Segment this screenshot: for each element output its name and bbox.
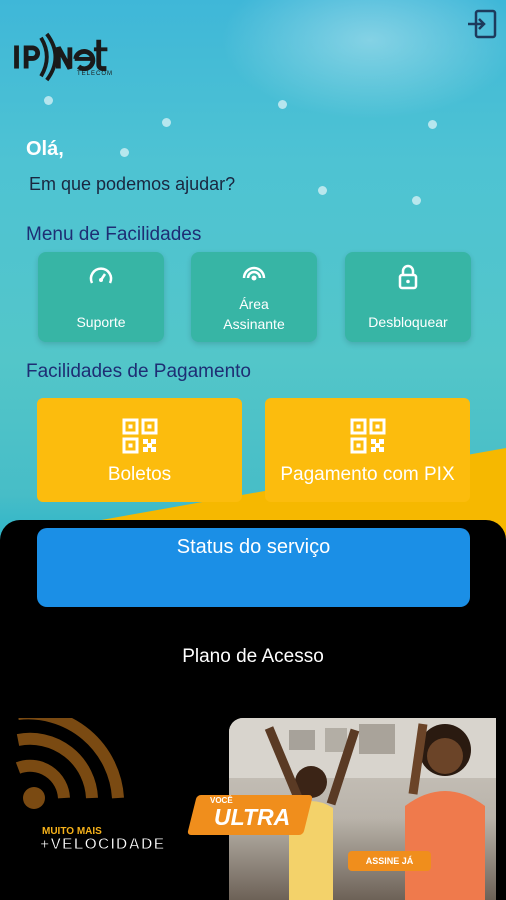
qr-code-icon — [350, 418, 385, 454]
decor-dot — [162, 118, 171, 127]
suporte-button[interactable]: Suporte — [38, 252, 164, 342]
pix-label: Pagamento com PIX — [280, 464, 455, 485]
unlock-icon — [398, 264, 418, 290]
suporte-label: Suporte — [76, 314, 126, 330]
area-assinante-button[interactable]: Área Assinante — [191, 252, 317, 342]
speedometer-icon — [89, 267, 113, 284]
plano-title: Plano de Acesso — [182, 646, 324, 667]
pix-button[interactable]: Pagamento com PIX — [265, 398, 470, 502]
facilities-title: Menu de Facilidades — [26, 224, 202, 245]
status-label: Status do serviço — [176, 536, 331, 558]
boletos-label: Boletos — [107, 464, 172, 485]
greeting: Olá, — [26, 138, 64, 160]
help-text: Em que podemos ajudar? — [29, 174, 236, 194]
logout-icon[interactable] — [466, 8, 498, 40]
decor-dot — [318, 186, 327, 195]
decor-dot — [428, 120, 437, 129]
logo-subtext: TELECOM — [77, 71, 114, 77]
payment-title: Facilidades de Pagamento — [26, 361, 251, 382]
wifi-icon — [15, 718, 124, 809]
signal-icon — [242, 266, 266, 281]
status-button[interactable]: Status do serviço — [37, 528, 470, 607]
qr-code-icon — [122, 418, 157, 454]
decor-dot — [278, 100, 287, 109]
ultra-text: ULTRA — [214, 804, 291, 830]
boletos-button[interactable]: Boletos — [37, 398, 242, 502]
assine-button[interactable]: ASSINE JÁ — [348, 851, 431, 871]
area-assinante-label: Área Assinante — [223, 296, 285, 332]
desbloquear-label: Desbloquear — [368, 314, 448, 330]
desbloquear-button[interactable]: Desbloquear — [345, 252, 471, 342]
decor-dot — [120, 148, 129, 157]
velocidade-text: +VELOCIDADE — [39, 836, 166, 854]
decor-dot — [44, 96, 53, 105]
decor-dot — [412, 196, 421, 205]
promo-banner[interactable]: MUITO MAIS +VELOCIDADE VOCÊ ULTRA ASSINE… — [14, 718, 496, 900]
